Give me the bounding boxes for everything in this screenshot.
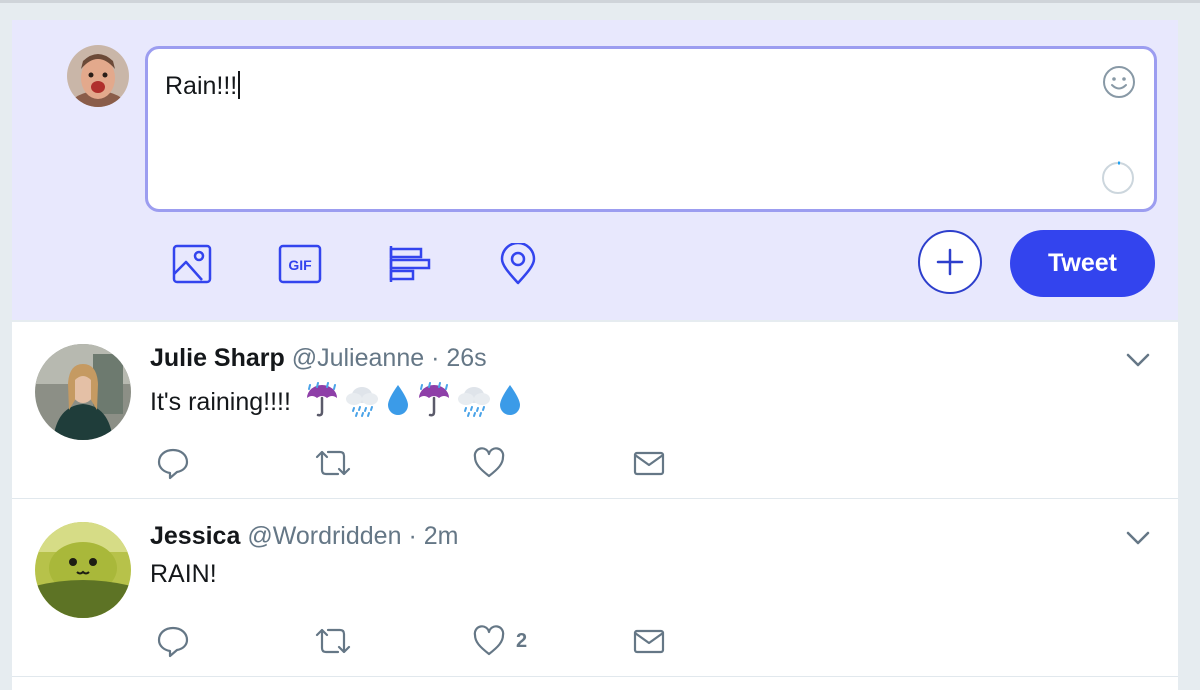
compose-area: Rain!!! GIF Tweet [12, 20, 1178, 320]
author-handle[interactable]: @Wordridden [247, 522, 401, 550]
author-name[interactable]: Jessica [150, 522, 240, 550]
user-avatar[interactable] [67, 45, 129, 107]
tweet-timestamp[interactable]: 26s [446, 344, 486, 372]
tweet-text-content: It's raining!!!! [150, 388, 291, 416]
separator-dot: · [408, 522, 417, 550]
gif-icon[interactable]: GIF [276, 240, 324, 288]
reply-icon [157, 448, 189, 480]
tweet-text-content: RAIN! [150, 560, 217, 588]
envelope-icon [633, 451, 665, 476]
like-count: 2 [516, 629, 528, 652]
tweet-button[interactable]: Tweet [1010, 230, 1155, 297]
tweet-item[interactable]: Julie Sharp @Julieanne · 26s It's rainin… [12, 322, 1178, 499]
top-border [0, 0, 1200, 3]
retweet-icon [315, 450, 351, 476]
droplet-icon [387, 385, 408, 415]
avatar[interactable] [35, 522, 131, 618]
location-icon[interactable] [494, 240, 542, 288]
author-name[interactable]: Julie Sharp [150, 344, 285, 372]
retweet-icon [315, 628, 351, 654]
tweet-timestamp[interactable]: 2m [424, 522, 459, 550]
retweet-button[interactable] [314, 624, 352, 658]
umbrella-with-rain-icon [306, 382, 337, 417]
like-button[interactable]: 2 [472, 624, 527, 658]
poll-icon[interactable] [386, 240, 434, 288]
tweet-text: RAIN! [150, 560, 217, 589]
chevron-down-icon[interactable] [1124, 524, 1152, 552]
author-handle[interactable]: @Julieanne [292, 344, 424, 372]
compose-text-area[interactable]: Rain!!! [165, 71, 241, 101]
droplet-icon [499, 385, 520, 415]
avatar[interactable] [35, 344, 131, 440]
timeline: Julie Sharp @Julieanne · 26s It's rainin… [12, 322, 1178, 690]
cloud-with-rain-icon [345, 387, 378, 417]
gif-label: GIF [288, 257, 312, 273]
direct-message-button[interactable] [632, 624, 666, 658]
tweet-text: It's raining!!!! [150, 382, 524, 418]
compose-text: Rain!!! [165, 72, 238, 100]
emoji-row [304, 382, 524, 418]
reply-button[interactable] [156, 624, 190, 658]
heart-icon [473, 447, 505, 478]
add-tweet-button[interactable] [918, 230, 982, 294]
chevron-down-icon[interactable] [1124, 346, 1152, 374]
tweet-item[interactable]: Jessica @Wordridden · 2m RAIN! 2 [12, 500, 1178, 677]
tweet-compose-input[interactable]: Rain!!! [145, 46, 1157, 212]
emoji-picker-icon[interactable] [1102, 65, 1136, 99]
heart-icon [473, 625, 505, 656]
plus-icon [936, 248, 964, 276]
character-count-ring-icon [1101, 161, 1135, 195]
text-caret [238, 71, 241, 99]
umbrella-with-rain-icon [418, 382, 449, 417]
envelope-icon [633, 629, 665, 654]
tweet-header: Jessica @Wordridden · 2m [150, 522, 458, 551]
like-button[interactable] [472, 446, 506, 480]
direct-message-button[interactable] [632, 446, 666, 480]
retweet-button[interactable] [314, 446, 352, 480]
tweet-header: Julie Sharp @Julieanne · 26s [150, 344, 487, 373]
add-photo-icon[interactable] [168, 240, 216, 288]
cloud-with-rain-icon [457, 387, 490, 417]
separator-dot: · [431, 344, 440, 372]
reply-button[interactable] [156, 446, 190, 480]
reply-icon [157, 626, 189, 658]
